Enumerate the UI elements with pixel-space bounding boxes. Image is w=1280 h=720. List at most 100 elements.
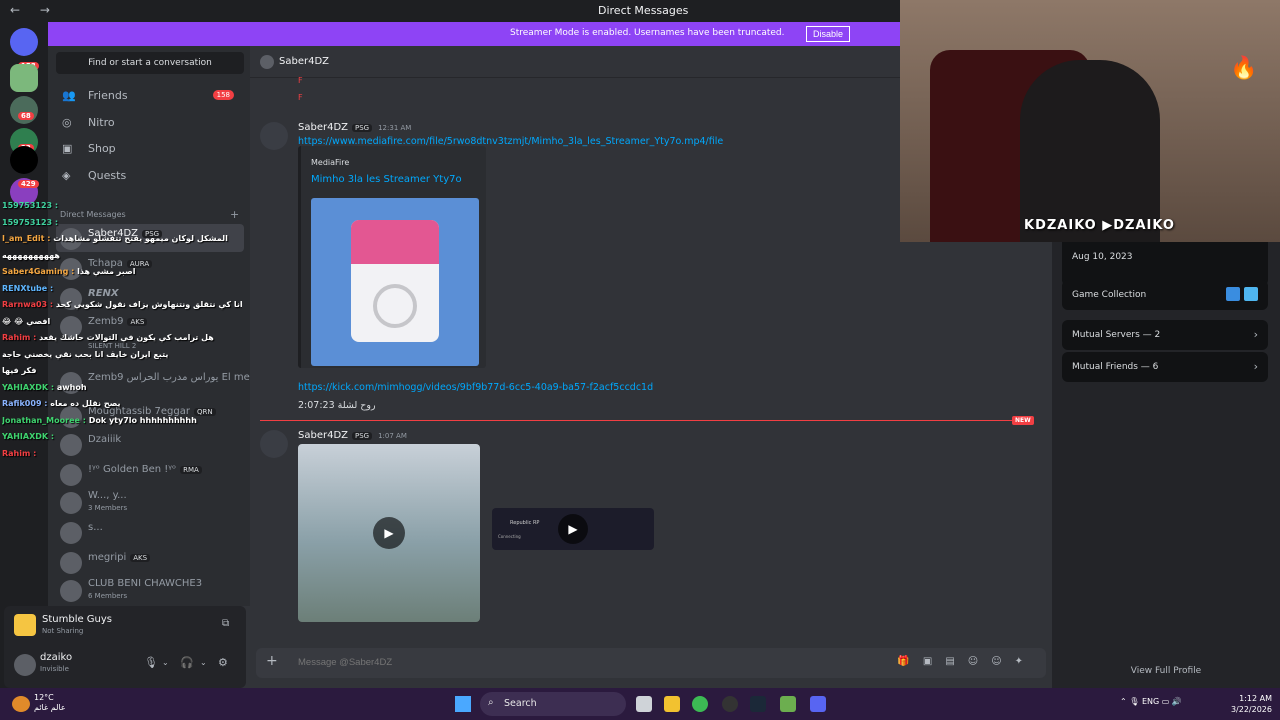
user-status: Invisible [40,665,69,673]
app-icon[interactable] [722,696,738,712]
taskbar-search[interactable]: ⌕ Search [480,692,626,716]
streamer-mode-banner: Streamer Mode is enabled. Usernames have… [48,22,900,46]
mutual-servers-label: Mutual Servers — 2 [1072,330,1161,340]
video-attachment[interactable]: ▶ [298,444,480,622]
dm-item[interactable]: s... [56,518,244,546]
chat-line: Rarnwa03 : انا كي نتقلق ونتنهاوش يزاف نق… [2,300,242,309]
clock[interactable]: 1:12 AM 3/22/2026 [1228,693,1272,715]
chat-line: Rahim : هل ترامب كي يكون في التوالات حاش… [2,333,214,342]
search-label: Search [504,698,537,709]
avatar [60,492,82,514]
dm-item[interactable]: CLUB BENI CHAWCHE3 6 Members [56,576,244,604]
avatar [60,464,82,486]
chat-line: فكر فيها [2,366,37,375]
link-embed: MediaFire Mimho 3la les Streamer Yty7o [298,146,486,368]
home-discord-icon[interactable] [10,28,38,56]
activity-card[interactable]: Stumble Guys Not Sharing ⧉ [10,610,240,642]
dm-name: megripi [88,552,127,563]
message-author[interactable]: Saber4DZ [298,122,348,133]
dm-name: s... [88,522,103,533]
composer-tools[interactable]: 🎁▣▤☺☺✦ [897,656,1036,667]
weather-widget[interactable]: 12°C عالم غائم [34,693,66,713]
chat-header-name: Saber4DZ [279,56,329,67]
activity-sub: Not Sharing [42,627,84,635]
file-explorer-icon[interactable] [664,696,680,712]
game-icon [1244,287,1258,301]
chat-line: YAHIAXDK : [2,432,55,441]
message-text: F [298,76,303,85]
server-icon[interactable] [10,64,38,92]
dm-name: W..., y... [88,490,127,501]
settings-gear-icon[interactable]: ⚙ [218,656,228,669]
chat-line: RENXtube : [2,283,54,293]
server-badge: 68 [18,112,34,120]
play-icon[interactable]: ▶ [373,517,405,549]
play-icon [373,284,417,328]
embed-thumbnail[interactable] [311,198,479,366]
dm-tag: AKS [130,554,151,562]
chevron-down-icon[interactable]: ⌄ [200,658,207,667]
dm-name: CLUB BENI CHAWCHE3 [88,578,203,589]
avatar[interactable] [260,122,288,150]
windows-start-icon[interactable] [455,696,471,712]
nav-arrows[interactable]: ← → [10,3,58,17]
quests-icon: ◈ [62,169,71,182]
server-badge: 429 [18,180,39,188]
game-collection-card[interactable]: Game Collection [1062,280,1268,310]
chat-line: Jonathan_Mooree : Dok yty7lo hhhhhhhhhh [2,415,197,425]
view-full-profile-link[interactable]: View Full Profile [1052,666,1280,676]
nav-quests[interactable]: ◈ Quests [56,164,244,188]
chat-line: ههههههههههه [2,250,60,260]
embed-title[interactable]: Mimho 3la les Streamer Yty7o [311,174,462,185]
find-conversation-button[interactable]: Find or start a conversation [56,52,244,74]
message-author[interactable]: Saber4DZ [298,430,348,441]
nav-shop[interactable]: ▣ Shop [56,137,244,161]
new-messages-divider [260,420,1030,421]
avatar[interactable] [260,430,288,458]
language-indicator[interactable]: ENG [1142,697,1159,706]
video-attachment[interactable]: Republic RP Connecting ▶ [492,508,654,550]
steam-icon[interactable] [750,696,766,712]
dm-members: 6 Members [88,592,128,600]
nav-nitro[interactable]: ◎ Nitro [56,111,244,135]
system-tray[interactable]: ⌃ 🎙 ENG ▭ 🔊 [1120,697,1182,706]
message-input[interactable] [298,657,598,668]
kick-link[interactable]: https://kick.com/mimhogg/videos/9bf9b77d… [298,382,653,393]
dm-item[interactable]: megripi AKS [56,548,244,576]
streamer-overlay-text: KDZAIKO ▶DZAIKO [1024,218,1175,233]
dm-name: !ᵞᵒ Golden Ben !ᵞᵒ [88,464,177,475]
video-title: Republic RP [510,520,540,526]
dm-item[interactable]: W..., y... 3 Members [56,488,244,516]
chat-line: 1597531​23 : [2,201,59,210]
chrome-icon[interactable] [692,696,708,712]
headphones-icon[interactable]: 🎧 [180,656,194,669]
chat-line: 😂 😂 افصي [2,316,51,326]
nav-friends[interactable]: 👥 Friends 158 [56,84,244,108]
chevron-right-icon: › [1253,360,1258,373]
mutual-friends-row[interactable]: Mutual Friends — 6 › [1062,352,1268,382]
screen-share-icon[interactable]: ⧉ [222,618,236,632]
add-attachment-icon[interactable]: + [266,653,278,669]
server-icon[interactable] [10,146,38,174]
task-view-icon[interactable] [636,696,652,712]
webcam-overlay: 🔥 KDZAIKO ▶DZAIKO [900,0,1280,242]
date: 3/22/2026 [1230,705,1272,714]
weather-description: عالم غائم [34,703,66,712]
game-icon [14,614,36,636]
minecraft-icon[interactable] [780,696,796,712]
mutual-servers-row[interactable]: Mutual Servers — 2 › [1062,320,1268,350]
disable-button[interactable]: Disable [806,26,851,42]
discord-icon[interactable] [810,696,826,712]
chevron-down-icon[interactable]: ⌄ [162,658,169,667]
dm-item[interactable]: !ᵞᵒ Golden Ben !ᵞᵒ RMA [56,460,244,488]
microphone-icon[interactable]: 🎙 [144,656,158,669]
weather-icon[interactable] [12,696,30,712]
chat-line: I_am_Edit : المشكل لوكان ميمهو يفتح تتفش… [2,234,228,243]
dm-members: 3 Members [88,504,128,512]
avatar [60,552,82,574]
play-icon[interactable]: ▶ [558,514,588,544]
nitro-icon: ◎ [62,116,72,129]
stream-chat-overlay: 1597531​23 : 1597531​23 : I_am_Edit : ال… [2,200,242,464]
avatar[interactable] [14,654,36,676]
banner-text: Streamer Mode is enabled. Usernames have… [510,28,785,38]
